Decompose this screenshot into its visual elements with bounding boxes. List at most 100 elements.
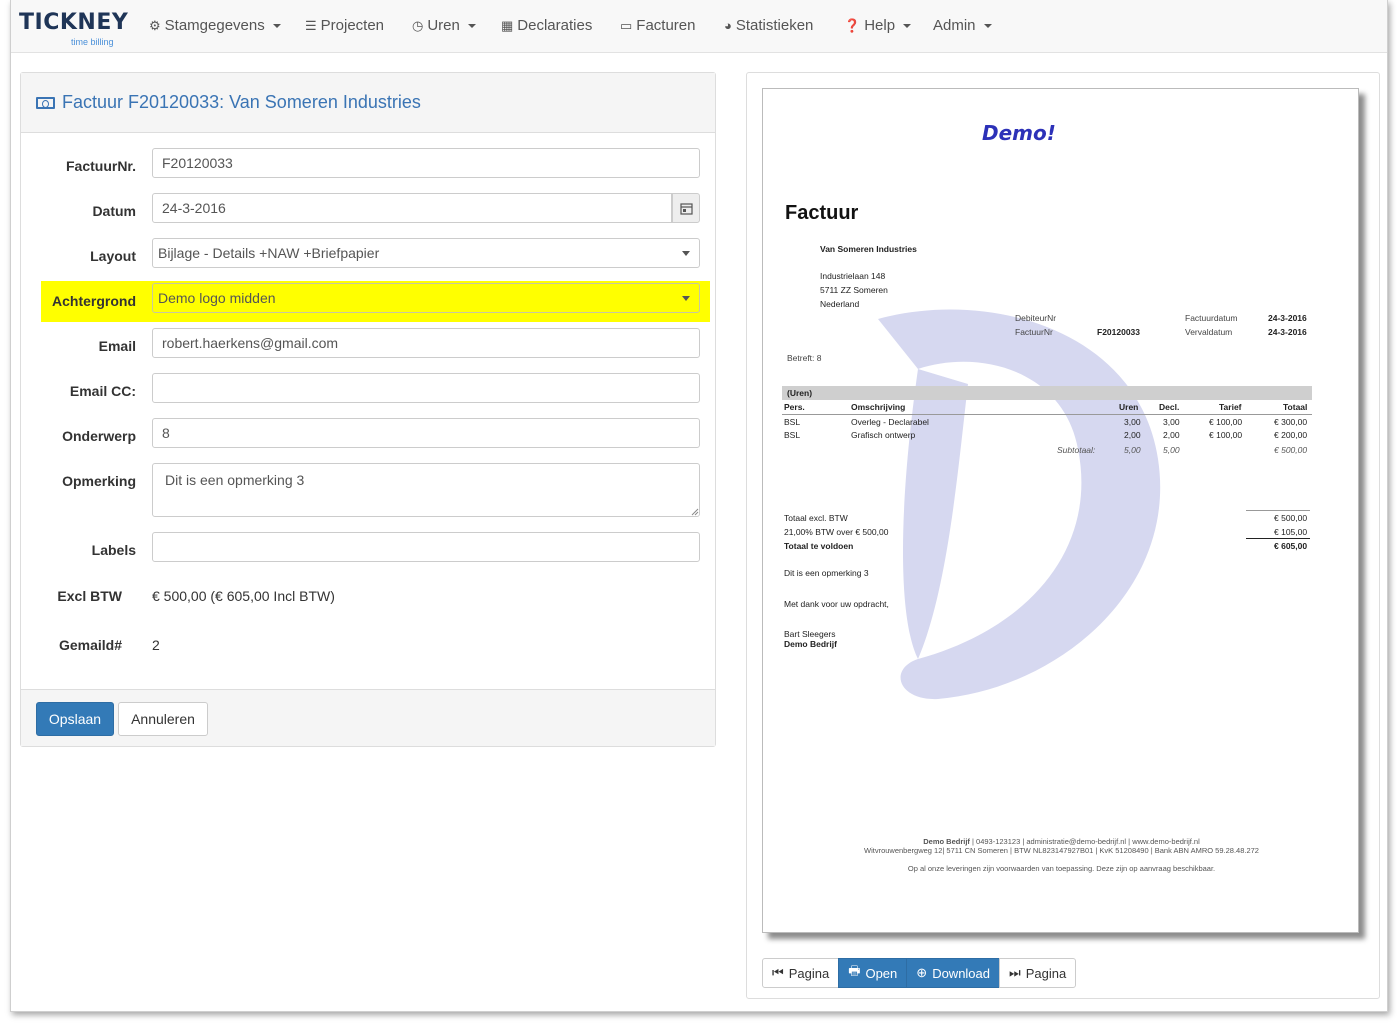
email-cc-label: Email CC:: [69, 383, 136, 399]
select-arrow-icon: [682, 251, 690, 256]
open-button[interactable]: 🖶 Open: [838, 958, 908, 988]
nav-help[interactable]: ❓ Help: [844, 17, 912, 34]
layout-label: Layout: [90, 248, 136, 264]
navbar: TICKNEY time billing ⚙ Stamgegevens ☰ Pr…: [11, 0, 1387, 53]
gemaild-value: 2: [152, 637, 160, 653]
col-pers: Pers.: [784, 402, 805, 412]
nav-projecten[interactable]: ☰ Projecten: [305, 17, 384, 34]
money-icon: ▭: [620, 17, 633, 33]
col-totaal: Totaal: [1283, 402, 1308, 412]
footer-line1: Demo Bedrijf | 0493-123123 | administrat…: [923, 837, 1200, 846]
pager-toolbar: ⏮ Pagina 🖶 Open ⊕ Download ⏭ Pagina: [762, 958, 1077, 988]
question-icon: ❓: [844, 17, 861, 33]
print-icon: 🖶: [848, 963, 861, 978]
app-window: TICKNEY time billing ⚙ Stamgegevens ☰ Pr…: [10, 0, 1388, 1012]
thanks-line: Met dank voor uw opdracht,: [784, 599, 889, 609]
calculator-icon: ▦: [501, 17, 514, 33]
caret-down-icon: [467, 23, 476, 28]
col-uren: Uren: [1119, 402, 1139, 412]
vervaldatum-label: Vervaldatum: [1185, 327, 1233, 337]
col-decl: Decl.: [1159, 402, 1180, 412]
step-forward-icon: ⏭: [1009, 965, 1021, 980]
brand-name: TICKNEY: [19, 10, 129, 35]
calendar-button[interactable]: [672, 193, 700, 223]
cogs-icon: ⚙: [149, 17, 161, 33]
page-title: Factuur F20120033: Van Someren Industrie…: [62, 92, 421, 112]
brand-logo[interactable]: TICKNEY time billing: [19, 10, 129, 50]
customer-name: Van Someren Industries: [820, 244, 917, 254]
pie-chart-icon: ◕: [724, 18, 732, 33]
achtergrond-select-value: Demo logo midden: [158, 290, 276, 306]
excl-btw-label: Excl BTW: [57, 588, 122, 604]
opmerking-textarea[interactable]: Dit is een opmerking 3: [152, 463, 700, 517]
labels-field[interactable]: [152, 532, 700, 562]
debiteur-label: DebiteurNr: [1015, 313, 1057, 323]
signer-name: Bart Sleegers: [784, 629, 836, 639]
invoice-preview-panel: Demo! Factuur Van Someren Industries Ind…: [746, 72, 1380, 999]
email-field[interactable]: robert.haerkens@gmail.com: [152, 328, 700, 358]
save-button[interactable]: Opslaan: [36, 702, 114, 736]
watermark-logo: [878, 309, 1161, 700]
nav-facturen[interactable]: ▭ Facturen: [620, 17, 696, 34]
col-omschrijving: Omschrijving: [851, 402, 906, 412]
email-cc-field[interactable]: [152, 373, 700, 403]
nav-stamgegevens[interactable]: ⚙ Stamgegevens: [149, 17, 281, 34]
onderwerp-field[interactable]: 8: [152, 418, 700, 448]
panel-heading: Factuur F20120033: Van Someren Industrie…: [21, 73, 715, 133]
resize-handle-icon[interactable]: [691, 508, 699, 516]
opmerking-label: Opmerking: [62, 473, 136, 489]
money-icon: [36, 96, 55, 109]
betreft-line: Betreft: 8: [787, 353, 822, 363]
totals-top-rule: [1246, 510, 1310, 511]
excl-btw-value: € 500,00 (€ 605,00 Incl BTW): [152, 588, 335, 604]
invoice-title: Factuur: [785, 202, 859, 224]
signer-company: Demo Bedrijf: [784, 639, 837, 649]
factuurdatum-value: 24-3-2016: [1268, 313, 1307, 323]
nav-statistieken[interactable]: ◕ Statistieken: [724, 17, 813, 34]
prev-page-button[interactable]: ⏮ Pagina: [762, 958, 840, 988]
factuurdatum-label: Factuurdatum: [1185, 313, 1238, 323]
invoice-number-value: F20120033: [1097, 327, 1141, 337]
invoice-document: Demo! Factuur Van Someren Industries Ind…: [762, 88, 1359, 933]
nav-uren[interactable]: ◷ Uren: [412, 17, 476, 34]
totals-sum-rule: [1246, 538, 1310, 539]
panel-footer: Opslaan Annuleren: [21, 689, 715, 746]
step-backward-icon: ⏮: [772, 965, 784, 980]
layout-select[interactable]: Bijlage - Details +NAW +Briefpapier: [152, 238, 700, 268]
layout-select-value: Bijlage - Details +NAW +Briefpapier: [158, 245, 380, 261]
select-arrow-icon: [682, 296, 690, 301]
datum-label: Datum: [92, 203, 136, 219]
onderwerp-label: Onderwerp: [62, 428, 136, 444]
datum-field[interactable]: 24-3-2016: [152, 193, 672, 223]
download-button[interactable]: ⊕ Download: [906, 958, 1001, 988]
download-icon: ⊕: [916, 965, 928, 980]
invoice-remark: Dit is een opmerking 3: [784, 568, 869, 578]
factuurnr-field[interactable]: F20120033: [152, 148, 700, 178]
email-label: Email: [98, 338, 136, 354]
demo-logo: Demo!: [982, 121, 1056, 145]
labels-label: Labels: [91, 542, 136, 558]
invoice-edit-panel: Factuur F20120033: Van Someren Industrie…: [20, 72, 716, 747]
col-tarief: Tarief: [1219, 402, 1242, 412]
achtergrond-select[interactable]: Demo logo midden: [152, 283, 700, 313]
nav-declaraties[interactable]: ▦ Declaraties: [501, 17, 592, 34]
nav-admin[interactable]: Admin: [933, 17, 992, 34]
caret-down-icon: [983, 23, 992, 28]
footer-line3: Op al onze leveringen zijn voorwaarden v…: [907, 864, 1216, 873]
customer-address1: Industrielaan 148: [820, 271, 886, 281]
next-page-button[interactable]: ⏭ Pagina: [999, 958, 1077, 988]
caret-down-icon: [272, 23, 281, 28]
customer-country: Nederland: [820, 299, 860, 309]
list-icon: ☰: [305, 17, 317, 33]
caret-down-icon: [903, 23, 912, 28]
table-header-rule: [782, 414, 1312, 415]
cancel-button[interactable]: Annuleren: [118, 702, 208, 736]
clock-icon: ◷: [412, 17, 424, 33]
vervaldatum-value: 24-3-2016: [1268, 327, 1307, 337]
achtergrond-label: Achtergrond: [52, 293, 136, 309]
customer-address2: 5711 ZZ Someren: [820, 285, 888, 295]
section-header-bar: [782, 386, 1312, 400]
factuurnr-label: FactuurNr.: [65, 158, 136, 174]
brand-tagline: time billing: [71, 37, 114, 47]
section-header: (Uren): [787, 388, 813, 398]
